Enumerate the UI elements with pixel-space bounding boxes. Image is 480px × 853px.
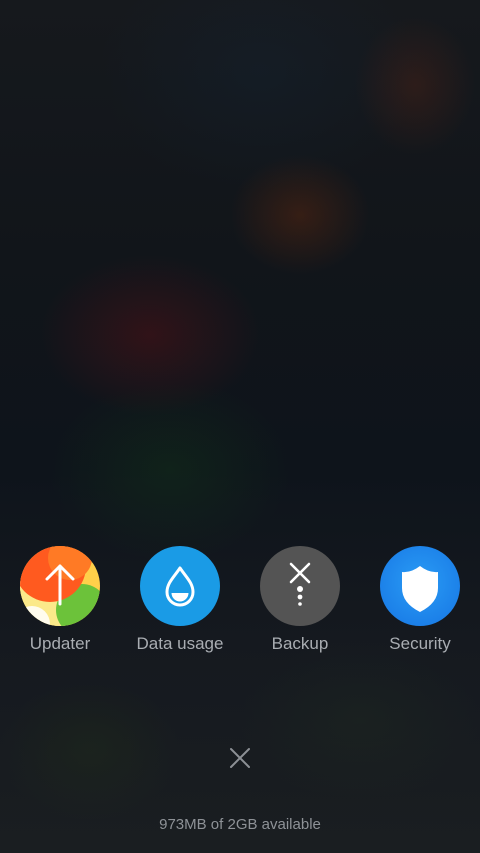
app-security[interactable]: Security [360, 546, 480, 654]
app-data-usage[interactable]: Data usage [120, 546, 240, 654]
app-backup[interactable]: Backup [240, 546, 360, 654]
recent-apps-screen: Updater Data usage Backup Security 973MB… [0, 0, 480, 853]
close-icon[interactable] [229, 747, 251, 769]
app-label-backup: Backup [271, 634, 329, 653]
recent-apps-row: Updater Data usage Backup Security [0, 546, 480, 666]
app-label-updater: Updater [29, 634, 91, 653]
water-drop-icon[interactable] [140, 546, 220, 626]
backup-x-dots-icon[interactable] [260, 546, 340, 626]
clear-all-button[interactable] [220, 738, 260, 778]
memory-status: 973MB of 2GB available [159, 816, 321, 833]
app-updater[interactable]: Updater [0, 546, 120, 654]
app-label-data-usage: Data usage [136, 634, 224, 653]
app-label-security: Security [389, 634, 451, 653]
updater-arrow-icon[interactable] [20, 546, 100, 626]
shield-icon[interactable] [380, 546, 460, 626]
